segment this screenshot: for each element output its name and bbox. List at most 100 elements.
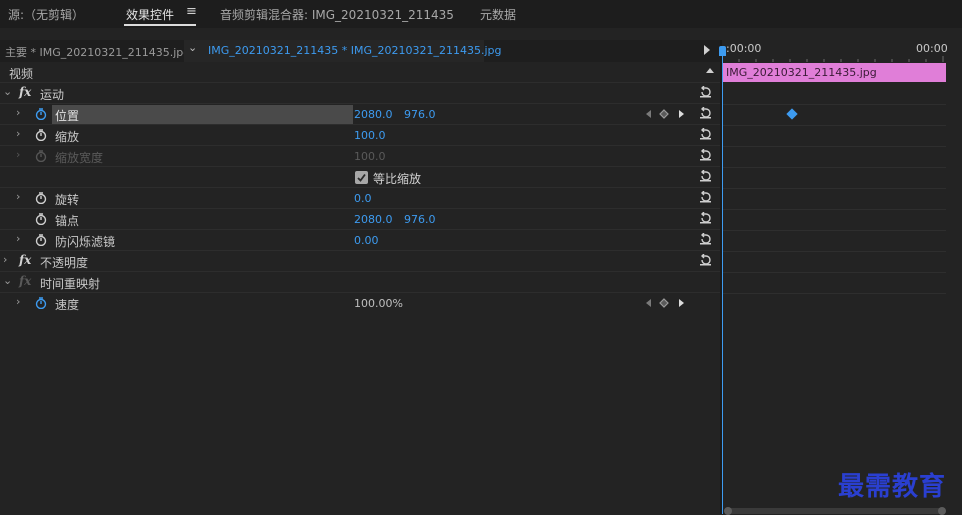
scale-label: 缩放 bbox=[55, 130, 80, 144]
row-separator bbox=[722, 125, 946, 126]
ruler-ticks bbox=[722, 56, 944, 62]
stopwatch-icon[interactable] bbox=[35, 213, 47, 225]
next-keyframe-icon[interactable] bbox=[677, 298, 685, 308]
play-triangle-icon[interactable] bbox=[704, 45, 710, 55]
stopwatch-icon[interactable] bbox=[35, 192, 47, 204]
sequence-clip-label[interactable]: IMG_20210321_211435 * IMG_20210321_21143… bbox=[208, 44, 502, 57]
scale-value[interactable]: 100.0 bbox=[354, 129, 386, 142]
speed-value[interactable]: 100.00% bbox=[354, 297, 403, 310]
time-remap-effect-row[interactable]: ⌄ fx 时间重映射 bbox=[0, 272, 720, 293]
uniform-scale-label: 等比缩放 bbox=[373, 172, 422, 186]
watermark-logo: 最需教育 bbox=[838, 472, 947, 502]
playhead-line[interactable] bbox=[722, 46, 723, 514]
fx-icon[interactable]: fx bbox=[19, 85, 31, 99]
add-keyframe-icon[interactable] bbox=[659, 298, 669, 308]
stopwatch-icon-active[interactable] bbox=[35, 108, 47, 120]
expand-chevron-icon[interactable]: ⌄ bbox=[3, 274, 12, 287]
expand-right-icon[interactable]: › bbox=[16, 190, 20, 203]
reset-icon[interactable] bbox=[699, 128, 712, 140]
row-separator bbox=[722, 104, 946, 105]
opacity-label: 不透明度 bbox=[40, 256, 89, 270]
row-separator bbox=[722, 293, 946, 294]
reset-icon[interactable] bbox=[699, 254, 712, 266]
row-separator bbox=[722, 251, 946, 252]
rotation-row[interactable]: › 旋转 0.0 bbox=[0, 188, 720, 209]
clip-bar[interactable]: IMG_20210321_211435.jpg bbox=[723, 63, 946, 82]
anti-flicker-value[interactable]: 0.00 bbox=[354, 234, 379, 247]
selected-row-highlight bbox=[52, 105, 353, 124]
position-keyframe[interactable] bbox=[786, 108, 798, 120]
expand-right-icon[interactable]: › bbox=[16, 106, 20, 119]
rotation-value[interactable]: 0.0 bbox=[354, 192, 372, 205]
playhead-handle[interactable] bbox=[719, 46, 726, 56]
row-separator bbox=[722, 209, 946, 210]
expand-right-icon[interactable]: › bbox=[16, 232, 20, 245]
speed-row[interactable]: › 速度 100.00% bbox=[0, 293, 720, 314]
uniform-scale-checkbox[interactable] bbox=[355, 171, 368, 184]
row-separator bbox=[722, 188, 946, 189]
tab-audio-clip-mixer[interactable]: 音频剪辑混合器: IMG_20210321_211435 bbox=[220, 6, 454, 23]
stopwatch-icon-active[interactable] bbox=[35, 297, 47, 309]
tab-source[interactable]: 源:（无剪辑） bbox=[8, 6, 84, 23]
stopwatch-icon[interactable] bbox=[35, 129, 47, 141]
clip-bar-label: IMG_20210321_211435.jpg bbox=[726, 66, 877, 79]
effect-timeline[interactable]: :00:00 00:00 IMG_20210321_211435.jpg bbox=[719, 40, 962, 514]
anchor-point-label: 锚点 bbox=[55, 214, 80, 228]
expand-right-icon[interactable]: › bbox=[3, 253, 7, 266]
time-ruler[interactable]: :00:00 00:00 bbox=[722, 40, 962, 62]
tab-metadata[interactable]: 元数据 bbox=[480, 6, 516, 23]
fx-icon-disabled: fx bbox=[19, 274, 32, 288]
position-row[interactable]: › 位置 2080.0 976.0 bbox=[0, 104, 720, 125]
time-remap-label: 时间重映射 bbox=[40, 277, 101, 291]
panel-tabs: 源:（无剪辑） 效果控件 ≡ 音频剪辑混合器: IMG_20210321_211… bbox=[0, 0, 962, 28]
reset-icon[interactable] bbox=[699, 149, 712, 161]
stopwatch-icon[interactable] bbox=[35, 234, 47, 246]
active-tab-indicator bbox=[124, 24, 196, 26]
anti-flicker-row[interactable]: › 防闪烁滤镜 0.00 bbox=[0, 230, 720, 251]
position-x-value[interactable]: 2080.0 bbox=[354, 108, 393, 121]
effect-properties: 视频 ⌄ fx 运动 › 位置 2080.0 976.0 › 缩放 100.0 … bbox=[0, 62, 720, 314]
master-clip-label[interactable]: 主要 * IMG_20210321_211435.jpg bbox=[5, 44, 190, 60]
anchor-y-value[interactable]: 976.0 bbox=[404, 213, 436, 226]
scale-row[interactable]: › 缩放 100.0 bbox=[0, 125, 720, 146]
anchor-point-row[interactable]: 锚点 2080.0 976.0 bbox=[0, 209, 720, 230]
opacity-effect-row[interactable]: › fx 不透明度 bbox=[0, 251, 720, 272]
row-separator bbox=[722, 230, 946, 231]
panel-menu-icon[interactable]: ≡ bbox=[186, 4, 197, 19]
anti-flicker-label: 防闪烁滤镜 bbox=[55, 235, 116, 249]
expand-right-icon: › bbox=[16, 148, 21, 161]
next-keyframe-icon[interactable] bbox=[677, 109, 685, 119]
chevron-down-icon[interactable]: ⌄ bbox=[188, 41, 197, 54]
timeline-zoom-scrollbar[interactable] bbox=[724, 507, 946, 515]
scale-width-value: 100.0 bbox=[354, 150, 386, 163]
reset-icon[interactable] bbox=[699, 212, 712, 224]
reset-icon[interactable] bbox=[699, 86, 712, 98]
reset-icon[interactable] bbox=[699, 107, 712, 119]
scale-width-row: › 缩放宽度 100.0 bbox=[0, 146, 720, 167]
reset-icon[interactable] bbox=[699, 170, 712, 182]
fx-icon[interactable]: fx bbox=[19, 253, 31, 267]
speed-label: 速度 bbox=[55, 298, 80, 312]
expand-chevron-icon[interactable]: ⌄ bbox=[3, 85, 12, 98]
row-separator bbox=[722, 272, 946, 273]
uniform-scale-row: 等比缩放 bbox=[0, 167, 720, 188]
rotation-label: 旋转 bbox=[55, 193, 80, 207]
stopwatch-icon-disabled bbox=[35, 150, 47, 162]
add-keyframe-icon[interactable] bbox=[659, 109, 669, 119]
anchor-x-value[interactable]: 2080.0 bbox=[354, 213, 393, 226]
video-section-label: 视频 bbox=[9, 67, 34, 81]
prev-keyframe-icon[interactable] bbox=[645, 109, 653, 119]
expand-right-icon[interactable]: › bbox=[16, 295, 20, 308]
tab-effect-controls[interactable]: 效果控件 bbox=[126, 6, 174, 23]
position-y-value[interactable]: 976.0 bbox=[404, 108, 436, 121]
reset-icon[interactable] bbox=[699, 191, 712, 203]
row-separator bbox=[722, 146, 946, 147]
video-section-header: 视频 bbox=[0, 62, 720, 83]
prev-keyframe-icon[interactable] bbox=[645, 298, 653, 308]
reset-icon[interactable] bbox=[699, 233, 712, 245]
motion-label: 运动 bbox=[40, 88, 65, 102]
expand-right-icon[interactable]: › bbox=[16, 127, 20, 140]
row-separator bbox=[722, 167, 946, 168]
collapse-up-icon[interactable] bbox=[706, 68, 714, 73]
motion-effect-row[interactable]: ⌄ fx 运动 bbox=[0, 83, 720, 104]
